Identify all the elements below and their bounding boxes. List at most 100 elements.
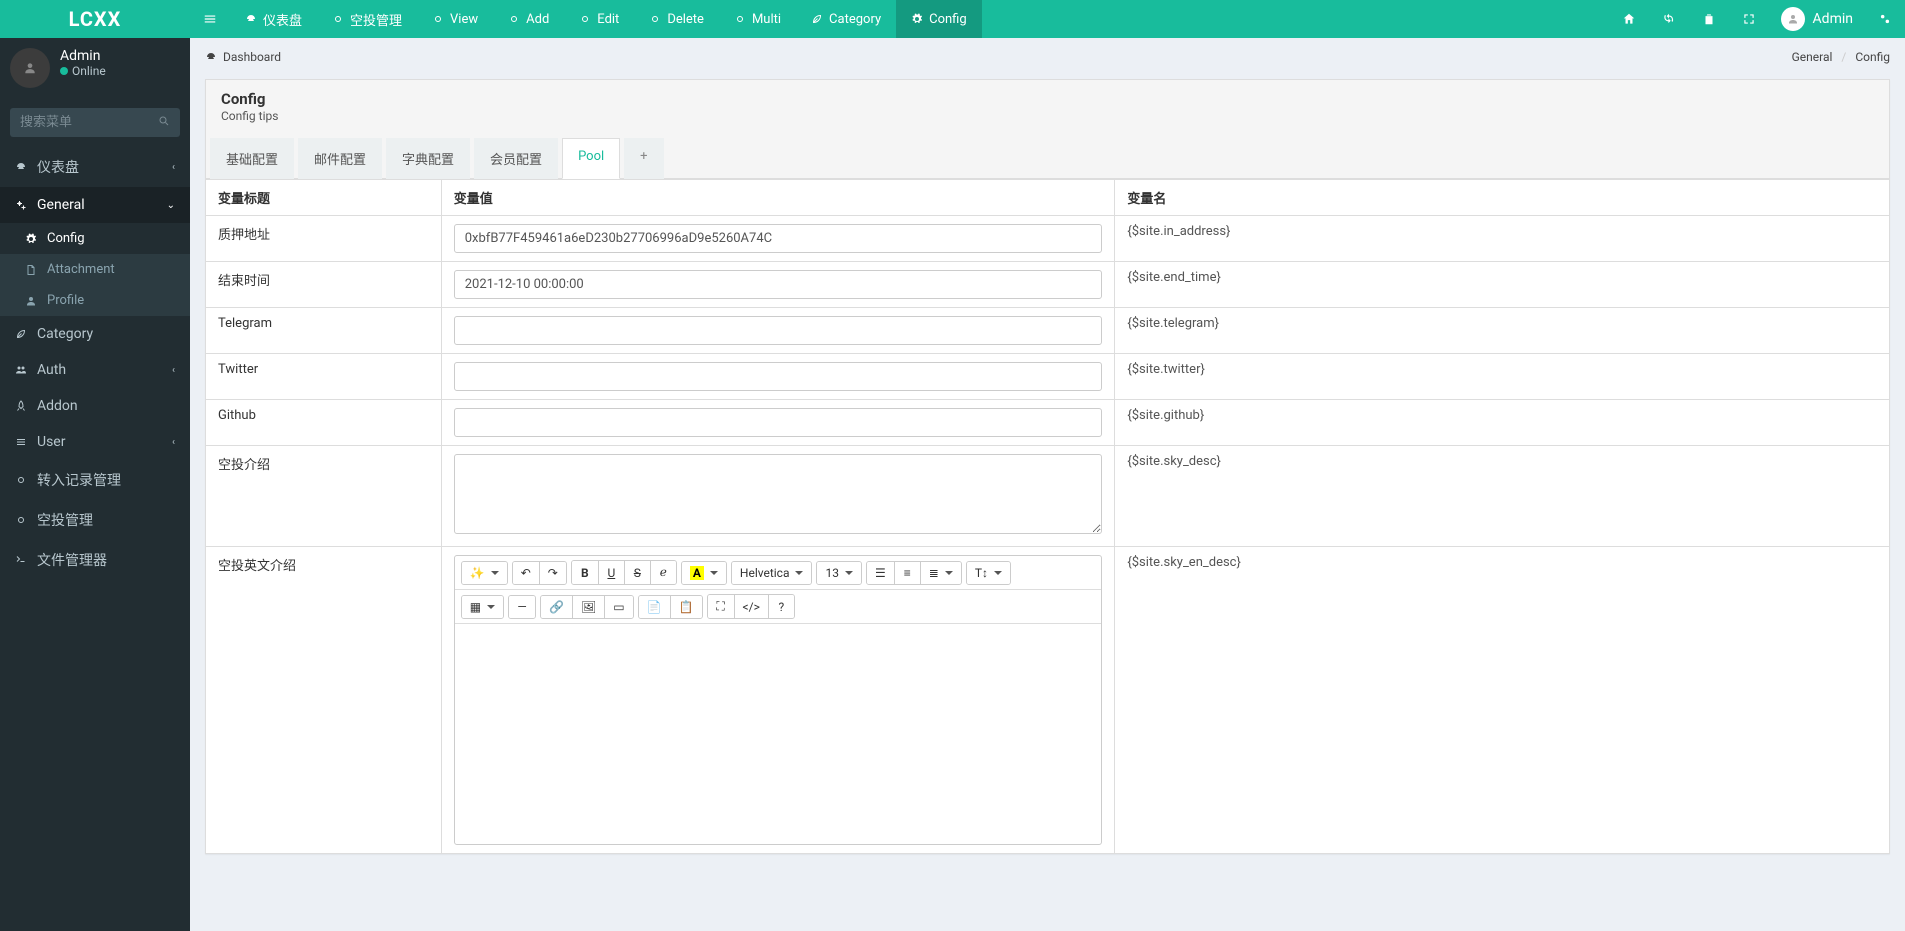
help-button[interactable]: ?	[768, 595, 794, 618]
link-button[interactable]: 🔗	[541, 596, 572, 618]
sidebar-item-label: 文件管理器	[37, 550, 107, 570]
breadcrumb-left[interactable]: Dashboard	[205, 50, 281, 64]
dashboard-tab[interactable]: 仪表盘	[230, 0, 317, 38]
value-input[interactable]	[454, 316, 1103, 345]
sidebar-dashboard[interactable]: 仪表盘 ‹	[0, 147, 190, 187]
clear-format-button[interactable]: ℯ	[650, 561, 676, 584]
sidebar-airdrop[interactable]: 空投管理	[0, 500, 190, 540]
sidebar-item-label: 空投管理	[37, 510, 93, 530]
sidebar-transfer[interactable]: 转入记录管理	[0, 460, 190, 500]
user-panel-status: Online	[60, 64, 106, 78]
home-button[interactable]	[1609, 0, 1649, 38]
hr-button[interactable]: —	[509, 596, 535, 618]
ol-button[interactable]: ≡	[894, 562, 920, 584]
trash-button[interactable]	[1689, 0, 1729, 38]
add-tab-button[interactable]: +	[624, 138, 663, 179]
attach-button[interactable]: 📋	[670, 596, 702, 618]
editor-body[interactable]	[455, 624, 1102, 844]
sidebar-filemgr[interactable]: 文件管理器	[0, 540, 190, 580]
sidebar-item-label: 仪表盘	[37, 157, 79, 177]
table-button[interactable]: ▦	[462, 596, 503, 618]
col-value: 变量值	[441, 180, 1115, 216]
lineheight-button[interactable]: T↕	[967, 562, 1010, 584]
config-tab-0[interactable]: 基础配置	[210, 138, 294, 179]
search-input[interactable]	[10, 108, 180, 137]
value-textarea[interactable]	[454, 454, 1103, 534]
underline-button[interactable]: U	[598, 561, 624, 584]
fullscreen-button[interactable]	[1729, 0, 1769, 38]
table-row: Twitter{$site.twitter}	[206, 354, 1890, 400]
value-input[interactable]	[454, 224, 1103, 253]
col-varname: 变量名	[1115, 180, 1890, 216]
chevron-down-icon: ⌄	[167, 200, 175, 211]
delete-tab[interactable]: Delete	[634, 0, 719, 38]
multi-tab[interactable]: Multi	[719, 0, 796, 38]
col-title: 变量标题	[206, 180, 442, 216]
font-select[interactable]: Helvetica	[732, 562, 812, 584]
sidebar-item-label: Auth	[37, 362, 66, 378]
settings-button[interactable]	[1865, 0, 1905, 38]
color-button[interactable]: A	[682, 562, 726, 584]
sidebar-search	[10, 108, 180, 137]
sidebar-category[interactable]: Category	[0, 316, 190, 352]
config-tab[interactable]: Config	[896, 0, 982, 38]
sidebar-addon[interactable]: Addon	[0, 388, 190, 424]
editor-toolbar: ✨ ↶ ↷ B U S ℯ A Helvetica 13 ☰ ≡ ≣ T↕	[455, 556, 1102, 590]
sidebar-attachment[interactable]: Attachment	[0, 254, 190, 285]
strike-button[interactable]: S	[624, 561, 650, 584]
value-input[interactable]	[454, 362, 1103, 391]
user-menu[interactable]: Admin	[1769, 0, 1865, 38]
table-row: 空投英文介绍 ✨ ↶ ↷ B U S ℯ A Helvetica 13 ☰ ≡ …	[206, 547, 1890, 854]
align-button[interactable]: ≣	[920, 562, 961, 584]
gear-icon	[25, 233, 37, 245]
bold-button[interactable]: B	[572, 561, 598, 584]
box-title: Config	[221, 90, 1874, 108]
airdrop-tab[interactable]: 空投管理	[317, 0, 417, 38]
editor-toolbar-2: ▦ — 🔗 🖼 ▭ 📄 📋 ⛶ </> ?	[455, 590, 1102, 624]
value-input[interactable]	[454, 270, 1103, 299]
refresh-button[interactable]	[1649, 0, 1689, 38]
config-tab-2[interactable]: 字典配置	[386, 138, 470, 179]
fontsize-select[interactable]: 13	[817, 562, 861, 584]
chevron-left-icon: ‹	[172, 437, 175, 448]
table-row: 空投介绍{$site.sky_desc}	[206, 446, 1890, 547]
row-title: Twitter	[206, 354, 442, 400]
brand-logo[interactable]: LCXX	[0, 0, 190, 38]
edit-tab[interactable]: Edit	[564, 0, 634, 38]
fullscreen-editor-button[interactable]: ⛶	[708, 595, 734, 618]
tab-label: Edit	[597, 12, 619, 27]
view-tab[interactable]: View	[417, 0, 493, 38]
circle-icon	[734, 13, 746, 25]
magic-button[interactable]: ✨	[462, 562, 507, 584]
add-tab[interactable]: Add	[493, 0, 564, 38]
redo-button[interactable]: ↷	[539, 562, 566, 584]
chevron-left-icon: ‹	[172, 162, 175, 173]
config-tab-1[interactable]: 邮件配置	[298, 138, 382, 179]
category-tab[interactable]: Category	[796, 0, 896, 38]
content-area: Config Config tips 基础配置邮件配置字典配置会员配置Pool+…	[190, 64, 1905, 869]
undo-button[interactable]: ↶	[513, 562, 539, 584]
breadcrumb-right: General / Config	[1792, 50, 1890, 64]
config-tab-3[interactable]: 会员配置	[474, 138, 558, 179]
sidebar-item-label: General	[37, 197, 85, 213]
value-input[interactable]	[454, 408, 1103, 437]
config-tab-4[interactable]: Pool	[562, 138, 620, 179]
content-wrapper: Dashboard General / Config Config Config…	[190, 0, 1905, 931]
search-icon[interactable]	[158, 115, 170, 131]
ul-button[interactable]: ☰	[867, 562, 894, 584]
file-button[interactable]: 📄	[639, 596, 670, 618]
sidebar-general[interactable]: General ⌄	[0, 187, 190, 223]
user-panel: Admin Online	[0, 38, 190, 98]
cogs-icon	[15, 199, 27, 211]
image-button[interactable]: 🖼	[572, 596, 604, 618]
sidebar-config[interactable]: Config	[0, 223, 190, 254]
sidebar-auth[interactable]: Auth‹	[0, 352, 190, 388]
sidebar-profile[interactable]: Profile	[0, 285, 190, 316]
video-button[interactable]: ▭	[604, 596, 632, 618]
tab-label: 仪表盘	[263, 10, 302, 29]
tab-label: View	[450, 12, 478, 27]
code-button[interactable]: </>	[734, 595, 768, 618]
breadcrumb-general[interactable]: General	[1792, 50, 1833, 64]
sidebar-toggle[interactable]	[190, 0, 230, 38]
sidebar-user[interactable]: User‹	[0, 424, 190, 460]
